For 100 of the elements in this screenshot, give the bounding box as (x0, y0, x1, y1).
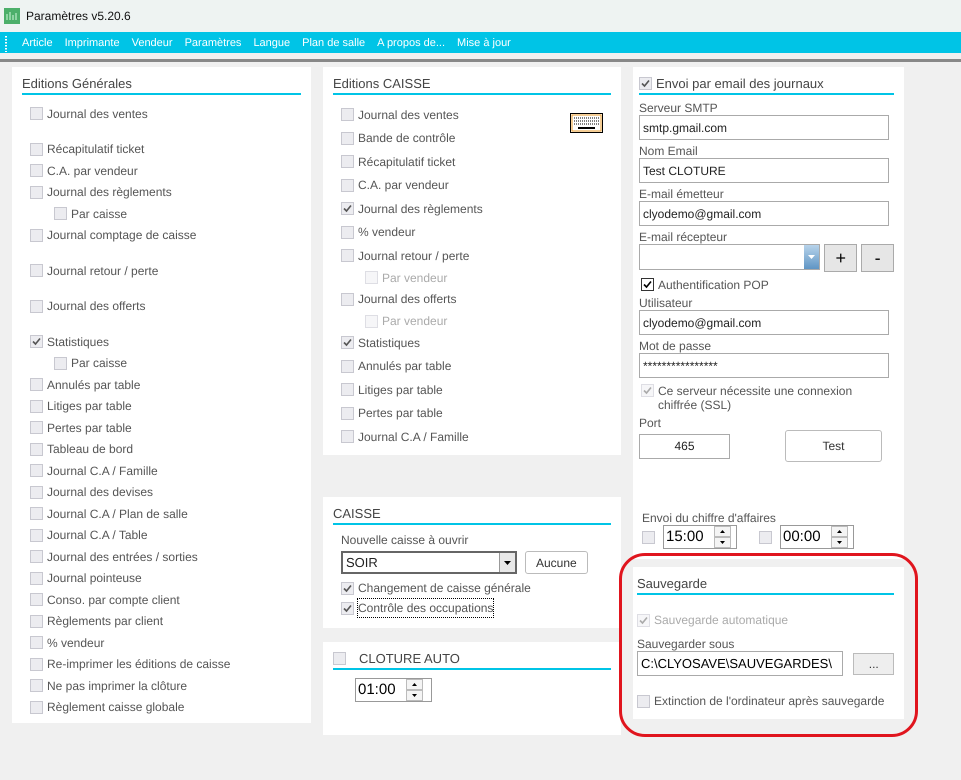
checkbox-label: Règlements par client (47, 613, 164, 630)
caret-down-icon (720, 541, 725, 544)
field-label: Port (639, 416, 662, 430)
caret-down-icon (412, 694, 417, 697)
spin-down-button[interactable] (714, 537, 731, 548)
field-label: E-mail récepteur (639, 230, 728, 244)
checkbox-label: Par caisse (71, 355, 128, 372)
checkbox-label: Tableau de bord (47, 441, 134, 458)
window-title: Paramètres v5.20.6 (26, 8, 131, 25)
panel-title: CLOTURE AUTO (359, 650, 460, 667)
time-field[interactable]: 00:00 (781, 526, 831, 548)
text-field[interactable]: clyodemo@gmail.com (639, 201, 889, 226)
checkbox-label: Contrôle des occupations (358, 599, 494, 617)
field-label: Utilisateur (639, 296, 694, 310)
checkbox-label: Ce serveur nécessite une connexion chiffrée (SSL) (658, 384, 854, 412)
caret-down-icon (837, 541, 842, 544)
checkbox-label: Récapitulatif ticket (358, 154, 456, 171)
checkbox-label: Journal des devises (47, 484, 154, 502)
field-label: Sauvegarder sous (637, 637, 736, 651)
checkbox-label: Sauvegarde automatique (654, 612, 788, 629)
field-label: Serveur SMTP (639, 101, 719, 115)
time-spinner[interactable]: 15:00 (663, 525, 737, 549)
checkbox-label: Conso. par compte client (47, 592, 180, 609)
caret-up-icon (412, 683, 417, 686)
aucune-button[interactable]: Aucune (525, 551, 588, 574)
spin-down-button[interactable] (406, 690, 423, 701)
checkbox-label: Statistiques (358, 334, 420, 352)
dropdown-field[interactable]: SOIR (341, 551, 517, 574)
time-spinner[interactable]: 01:00 (355, 678, 432, 702)
checkbox-label: Litiges par table (358, 382, 443, 399)
checkbox-label: Journal des ventes (358, 106, 459, 124)
checkbox-label: C.A. par vendeur (47, 162, 138, 180)
checkbox-label: Journal retour / perte (47, 262, 158, 280)
checkbox-label: Règlement caisse globale (47, 699, 184, 716)
field-label: Nom Email (639, 144, 699, 158)
checkbox-label: Journal pointeuse (47, 570, 142, 588)
caret-down-icon (504, 560, 511, 564)
checkbox-label: Journal des ventes (47, 106, 148, 123)
checkbox-label: Journal comptage de caisse (47, 227, 196, 244)
checkbox-label: Journal des entrées / sorties (47, 548, 198, 566)
caret-down-icon (808, 255, 816, 259)
checkbox-label: Authentification POP (658, 278, 769, 292)
text-field[interactable]: Test CLOTURE (639, 158, 889, 183)
checkbox-label: Litiges par table (47, 398, 132, 416)
checkbox-label: Pertes par table (47, 420, 132, 437)
checkbox-label: Re-imprimer les éditions de caisse (47, 656, 230, 674)
checkbox-label: Par caisse (71, 206, 128, 223)
time-field[interactable]: 01:00 (356, 679, 406, 701)
recipient-button[interactable]: + (824, 244, 858, 272)
browse-button[interactable]: ... (853, 652, 894, 674)
checkbox-label: Annulés par table (47, 376, 140, 394)
checkbox-label: Journal retour / perte (358, 248, 470, 265)
spin-up-button[interactable] (406, 679, 423, 690)
text-field[interactable]: **************** (639, 353, 889, 378)
dropdown-arrow-button[interactable] (499, 553, 515, 572)
checkbox-label: Journal des offerts (358, 291, 457, 308)
checkbox-label: Annulés par table (358, 358, 452, 376)
panel-title: Editions Générales (22, 75, 301, 95)
panel-title: Envoi par email des journaux (656, 75, 824, 92)
caret-up-icon (720, 530, 725, 533)
checkbox-label: Récapitulatif ticket (47, 141, 144, 158)
field-label: Mot de passe (639, 339, 712, 353)
checkbox[interactable] (641, 278, 654, 291)
checkbox-label: Journal C.A / Famille (47, 462, 158, 480)
checkbox-label: % vendeur (358, 224, 416, 242)
checkbox-label: Journal des règlements (358, 200, 483, 218)
port-field[interactable]: 465 (639, 434, 730, 458)
spin-down-button[interactable] (831, 537, 848, 548)
checkbox-label: Journal C.A / Plan de salle (47, 506, 188, 523)
field-label: Nouvelle caisse à ouvrir (341, 533, 470, 547)
field-label: E-mail émetteur (639, 187, 725, 201)
time-spinner[interactable]: 00:00 (780, 525, 854, 549)
spin-up-button[interactable] (831, 526, 848, 537)
checkbox-label: Journal C.A / Famille (358, 428, 469, 446)
path-field[interactable]: C:\CLYOSAVE\SAUVEGARDES\ (637, 651, 844, 676)
recipient-button[interactable]: - (861, 244, 894, 272)
panel-title: Sauvegarde (637, 575, 894, 595)
checkbox-label: Journal des offerts (47, 298, 146, 316)
spin-up-button[interactable] (714, 526, 731, 537)
checkbox-label: % vendeur (47, 634, 104, 652)
caret-up-icon (837, 530, 842, 533)
panel-title: CAISSE (333, 505, 611, 525)
checkbox-label: Par vendeur (382, 270, 448, 286)
checkbox-label: Pertes par table (358, 405, 443, 422)
checkbox-label: Extinction de l'ordinateur après sauvegarde (654, 693, 884, 710)
checkbox-label: Par vendeur (382, 313, 448, 330)
test-button[interactable]: Test (785, 430, 882, 462)
combo-field[interactable] (639, 244, 820, 270)
keyboard-icon[interactable] (570, 113, 603, 133)
time-field[interactable]: 15:00 (664, 526, 714, 548)
checkbox-label: Journal C.A / Table (47, 527, 148, 544)
app-icon (4, 8, 20, 24)
checkbox-label: Journal des règlements (47, 184, 172, 202)
field-label: Envoi du chiffre d'affaires (641, 511, 777, 525)
text-field[interactable]: clyodemo@gmail.com (639, 310, 889, 335)
panel-title: Editions CAISSE (333, 75, 611, 95)
text-field[interactable]: smtp.gmail.com (639, 115, 889, 140)
checkbox-label: Ne pas imprimer la clôture (47, 678, 188, 695)
checkbox-label: Changement de caisse générale (358, 580, 531, 597)
checkbox-label: C.A. par vendeur (358, 177, 449, 194)
